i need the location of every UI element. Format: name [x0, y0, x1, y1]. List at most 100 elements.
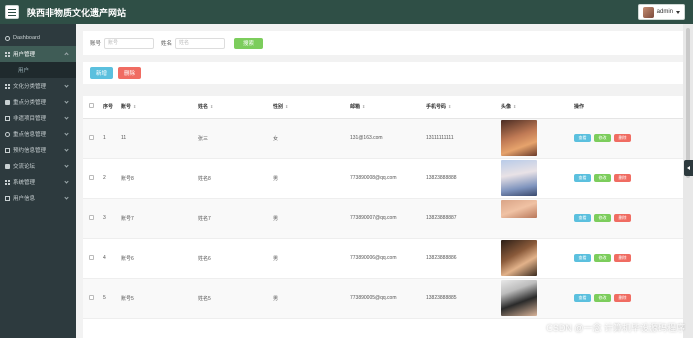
sidebar-item-key-category[interactable]: 重点分类管理 [0, 94, 76, 110]
edit-button[interactable]: 修改 [594, 214, 611, 222]
sidebar-item-reservations[interactable]: 预约信息管理 [0, 142, 76, 158]
sort-icon: ⇕ [513, 104, 517, 110]
delete-button[interactable]: 删除 [614, 294, 631, 302]
dashboard-icon [5, 35, 10, 41]
sidebar-item-dashboard[interactable]: Dashboard [0, 30, 76, 46]
add-button[interactable]: 新增 [90, 67, 113, 79]
chevron-down-icon [64, 163, 69, 168]
delete-button[interactable]: 删除 [614, 174, 631, 182]
row-gender: 男 [273, 198, 350, 239]
view-button[interactable]: 查看 [574, 214, 591, 222]
grid-icon [5, 51, 10, 57]
header-gender[interactable]: 性别 ⇕ [273, 96, 350, 119]
row-checkbox[interactable] [89, 214, 94, 220]
sidebar-item-key-info[interactable]: 重点信息管理 [0, 126, 76, 142]
menu-toggle-icon[interactable] [5, 5, 19, 19]
header-email[interactable]: 邮箱 ⇕ [350, 96, 426, 119]
row-checkbox[interactable] [89, 174, 94, 180]
row-phone: 13823888887 [426, 198, 501, 239]
row-index: 3 [103, 198, 121, 239]
user-photo [501, 160, 537, 196]
edit-button[interactable]: 修改 [594, 174, 611, 182]
sidebar-item-user-management[interactable]: 用户管理 [0, 46, 76, 62]
row-index: 5 [103, 278, 121, 319]
select-all-checkbox[interactable] [89, 103, 94, 109]
row-phone: 13823888886 [426, 238, 501, 279]
action-panel: 新增 删除 [83, 62, 683, 84]
row-account: 账号5 [121, 278, 198, 319]
sidebar-item-forum[interactable]: 交流论坛 [0, 158, 76, 174]
search-panel: 账号 姓名 搜索 [83, 31, 683, 55]
sort-icon: ⇕ [285, 104, 289, 110]
row-name: 姓名7 [198, 198, 273, 239]
row-checkbox[interactable] [89, 254, 94, 260]
table-row: 1 11 张三 女 131@163.com 13111111111 查看 修改 … [83, 118, 683, 159]
edit-button[interactable]: 修改 [594, 254, 611, 262]
view-button[interactable]: 查看 [574, 134, 591, 142]
table-row: 5 账号5 姓名5 男 773890005@qq.com 13823888885… [83, 278, 683, 319]
row-checkbox[interactable] [89, 294, 94, 300]
row-phone: 13111111111 [426, 118, 501, 159]
row-name: 姓名8 [198, 158, 273, 199]
header-avatar[interactable]: 头像 ⇕ [501, 96, 574, 119]
sort-icon: ⇕ [133, 104, 137, 110]
header-index: 序号 [103, 96, 121, 119]
avatar [642, 6, 654, 18]
row-name: 张三 [198, 118, 273, 159]
header-account[interactable]: 账号 ⇕ [121, 96, 198, 119]
row-gender: 男 [273, 238, 350, 279]
main-content: 账号 姓名 搜索 新增 删除 序号 账号⇕ 姓名⇕ 性别⇕ 邮箱⇕ 手机 [76, 24, 683, 338]
chevron-down-icon [676, 10, 680, 14]
account-label: 账号 [90, 41, 102, 47]
sort-icon: ⇕ [448, 104, 452, 110]
table-row: 4 账号6 姓名6 男 773890006@qq.com 13823888886… [83, 238, 683, 279]
row-email: 773890007@qq.com [350, 198, 426, 239]
row-gender: 女 [273, 118, 350, 159]
search-button[interactable]: 搜索 [234, 37, 264, 49]
scrollbar-thumb[interactable] [686, 28, 690, 178]
sidebar-item-culture-category[interactable]: 文化分类管理 [0, 78, 76, 94]
row-email: 773890005@qq.com [350, 278, 426, 319]
view-button[interactable]: 查看 [574, 294, 591, 302]
sidebar-item-heritage-projects[interactable]: 非遗项目管理 [0, 110, 76, 126]
watermark: CSDN @一念 计算机毕设源码程序 [546, 323, 685, 333]
grid-icon [5, 83, 10, 89]
account-search-input[interactable] [104, 37, 155, 49]
row-index: 2 [103, 158, 121, 199]
sidebar-subitem-users[interactable]: 用户 [0, 62, 76, 78]
table-row: 2 账号8 姓名8 男 773890008@qq.com 13823888888… [83, 158, 683, 199]
row-email: 773890008@qq.com [350, 158, 426, 199]
grid-icon [5, 179, 10, 185]
name-search-input[interactable] [175, 37, 226, 49]
comment-icon [5, 99, 10, 105]
site-title: 陕西非物质文化遗产网站 [27, 7, 127, 18]
collapse-panel-handle[interactable] [684, 160, 693, 176]
edit-button[interactable]: 修改 [594, 294, 611, 302]
row-account: 11 [121, 118, 198, 159]
chevron-down-icon [64, 115, 69, 120]
row-email: 131@163.com [350, 118, 426, 159]
user-menu[interactable]: admin [637, 4, 685, 20]
user-photo [501, 199, 537, 218]
row-name: 姓名6 [198, 238, 273, 279]
sidebar: Dashboard 用户管理 用户 文化分类管理 重点分类管理 非遗项目管理 重… [0, 24, 76, 338]
sidebar-item-user-info[interactable]: 用户信息 [0, 190, 76, 206]
table-header-row: 序号 账号 ⇕ 姓名 ⇕ 性别 ⇕ 邮箱 ⇕ 手机号码 ⇕ 头像 ⇕ 操作 [83, 96, 683, 119]
sidebar-item-system[interactable]: 系统管理 [0, 174, 76, 190]
row-account: 账号8 [121, 158, 198, 199]
row-checkbox[interactable] [89, 134, 94, 140]
edit-button[interactable]: 修改 [594, 134, 611, 142]
delete-button[interactable]: 删除 [614, 214, 631, 222]
delete-button[interactable]: 删除 [614, 134, 631, 142]
monitor-icon [5, 115, 10, 121]
row-email: 773890006@qq.com [350, 238, 426, 279]
location-icon [5, 131, 10, 137]
header-actions: 操作 [574, 96, 683, 119]
view-button[interactable]: 查看 [574, 174, 591, 182]
batch-delete-button[interactable]: 删除 [118, 67, 141, 79]
row-account: 账号7 [121, 198, 198, 239]
view-button[interactable]: 查看 [574, 254, 591, 262]
header-name[interactable]: 姓名 ⇕ [198, 96, 273, 119]
delete-button[interactable]: 删除 [614, 254, 631, 262]
header-phone[interactable]: 手机号码 ⇕ [426, 96, 501, 119]
